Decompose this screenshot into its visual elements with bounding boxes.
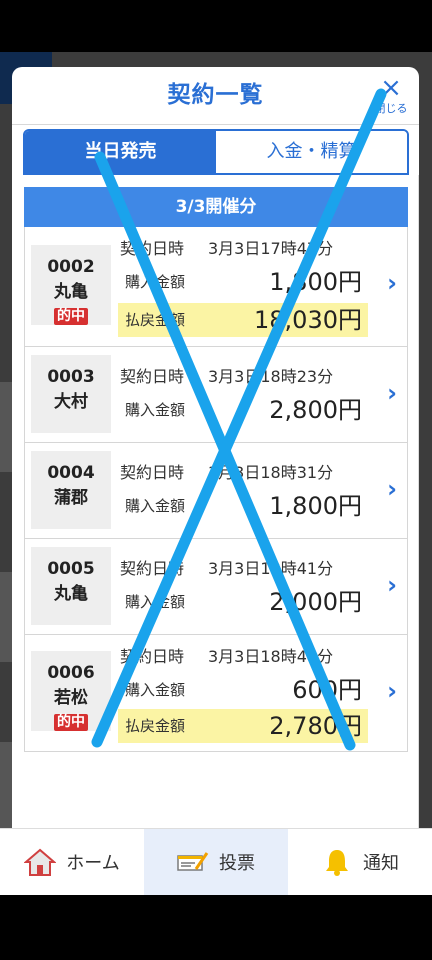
- contract-list-modal: 契約一覧 × 閉じる 当日発売 入金・精算 3/3開催分 0002 丸亀 的中 …: [12, 67, 419, 867]
- contract-time-label: 契約日時: [120, 239, 185, 258]
- bottom-nav: ホーム 投票 通知: [0, 828, 432, 895]
- nav-vote[interactable]: 投票: [144, 829, 288, 895]
- race-id-box: 0006 若松 的中: [31, 651, 111, 731]
- contract-number: 0003: [47, 367, 95, 387]
- purchase-amount: 1,800円: [269, 492, 362, 520]
- purchase-amount: 2,800円: [269, 396, 362, 424]
- venue-name: 丸亀: [54, 282, 88, 302]
- hit-badge: 的中: [54, 308, 88, 325]
- tab-same-day[interactable]: 当日発売: [25, 131, 216, 173]
- contract-row[interactable]: 0004 蒲郡 契約日時 3月3日18時31分 購入金額 1,800円 ›: [25, 443, 407, 539]
- payout-line: 払戻金額 18,030円: [118, 303, 368, 337]
- purchase-line: 購入金額 600円: [118, 673, 368, 707]
- purchase-amount: 1,800円: [269, 268, 362, 296]
- nav-notifications[interactable]: 通知: [288, 829, 432, 895]
- contract-row[interactable]: 0005 丸亀 契約日時 3月3日18時41分 購入金額 2,000円 ›: [25, 539, 407, 635]
- bell-icon: [326, 850, 348, 876]
- backdrop-strip: [0, 382, 12, 472]
- contract-time-label: 契約日時: [120, 559, 185, 578]
- venue-name: 若松: [54, 688, 88, 708]
- chevron-right-icon: ›: [387, 571, 397, 599]
- contract-time: 3月3日17時47分: [208, 239, 334, 258]
- venue-name: 蒲郡: [54, 488, 88, 508]
- venue-name: 丸亀: [54, 584, 88, 604]
- payout-amount: 2,780円: [269, 712, 362, 740]
- payout-label: 払戻金額: [125, 311, 186, 329]
- contract-time-label: 契約日時: [120, 463, 185, 482]
- nav-home[interactable]: ホーム: [0, 829, 144, 895]
- nav-home-label: ホーム: [66, 853, 120, 874]
- home-icon: [24, 848, 57, 876]
- hit-badge: 的中: [54, 714, 88, 731]
- chevron-right-icon: ›: [387, 475, 397, 503]
- purchase-label: 購入金額: [125, 593, 186, 611]
- date-header: 3/3開催分: [24, 187, 408, 227]
- tab-deposit-settlement[interactable]: 入金・精算: [216, 131, 407, 173]
- payout-label: 払戻金額: [125, 717, 186, 735]
- contract-list-content: 3/3開催分 0002 丸亀 的中 契約日時 3月3日17時47分 購入金額 1…: [12, 175, 419, 867]
- contract-row[interactable]: 0002 丸亀 的中 契約日時 3月3日17時47分 購入金額 1,800円 払…: [25, 227, 407, 347]
- race-id-box: 0004 蒲郡: [31, 451, 111, 529]
- chevron-right-icon: ›: [387, 269, 397, 297]
- close-button[interactable]: × 閉じる: [371, 73, 411, 121]
- contract-time: 3月3日18時41分: [208, 559, 334, 578]
- contract-time-label: 契約日時: [120, 367, 185, 386]
- race-id-box: 0002 丸亀 的中: [31, 245, 111, 325]
- divider: [12, 124, 419, 125]
- contract-time: 3月3日18時31分: [208, 463, 334, 482]
- race-id-box: 0003 大村: [31, 355, 111, 433]
- nav-notifications-label: 通知: [363, 853, 399, 874]
- tab-bar: 当日発売 入金・精算: [23, 129, 409, 175]
- close-label: 閉じる: [374, 102, 408, 115]
- contract-row[interactable]: 0006 若松 的中 契約日時 3月3日18時44分 購入金額 600円 払戻金…: [25, 635, 407, 751]
- purchase-label: 購入金額: [125, 497, 186, 515]
- purchase-label: 購入金額: [125, 273, 186, 291]
- race-id-box: 0005 丸亀: [31, 547, 111, 625]
- backdrop-strip: [0, 742, 12, 832]
- payout-amount: 18,030円: [254, 306, 362, 334]
- modal-title: 契約一覧: [167, 82, 264, 108]
- purchase-line: 購入金額 1,800円: [118, 489, 368, 523]
- venue-name: 大村: [54, 392, 88, 412]
- payout-line: 払戻金額 2,780円: [118, 709, 368, 743]
- contract-number: 0004: [47, 463, 95, 483]
- contract-number: 0005: [47, 559, 95, 579]
- purchase-line: 購入金額 2,000円: [118, 585, 368, 619]
- purchase-label: 購入金額: [125, 401, 186, 419]
- chevron-right-icon: ›: [387, 677, 397, 705]
- contract-time: 3月3日18時44分: [208, 647, 334, 666]
- purchase-amount: 600円: [292, 676, 362, 704]
- purchase-line: 購入金額 1,800円: [118, 265, 368, 299]
- purchase-line: 購入金額 2,800円: [118, 393, 368, 427]
- contract-time-label: 契約日時: [120, 647, 185, 666]
- chevron-right-icon: ›: [387, 379, 397, 407]
- screen: 契約一覧 × 閉じる 当日発売 入金・精算 3/3開催分 0002 丸亀 的中 …: [0, 0, 432, 960]
- contract-row[interactable]: 0003 大村 契約日時 3月3日18時23分 購入金額 2,800円 ›: [25, 347, 407, 443]
- contract-time: 3月3日18時23分: [208, 367, 334, 386]
- purchase-label: 購入金額: [125, 681, 186, 699]
- contract-number: 0006: [47, 663, 95, 683]
- contract-list: 0002 丸亀 的中 契約日時 3月3日17時47分 購入金額 1,800円 払…: [24, 227, 408, 752]
- backdrop-strip: [0, 572, 12, 662]
- purchase-amount: 2,000円: [269, 588, 362, 616]
- contract-number: 0002: [47, 257, 95, 277]
- close-icon: ×: [380, 73, 402, 103]
- nav-vote-label: 投票: [219, 853, 255, 874]
- ticket-icon: [177, 852, 209, 871]
- scrollbar-track: [418, 175, 419, 867]
